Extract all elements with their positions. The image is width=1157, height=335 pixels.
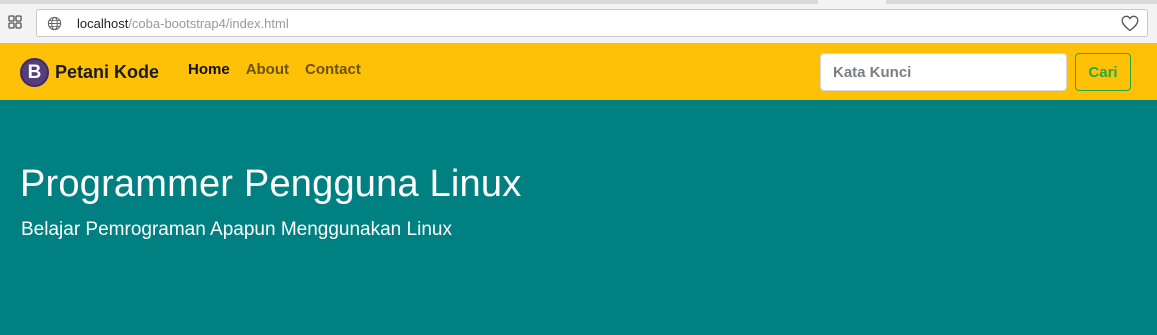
address-bar[interactable]: localhost/coba-bootstrap4/index.html: [36, 9, 1148, 37]
page-subtitle: Belajar Pemrograman Apapun Menggunakan L…: [21, 219, 452, 240]
brand-name: Petani Kode: [55, 61, 160, 82]
page-title: Programmer Pengguna Linux: [20, 163, 522, 205]
globe-icon[interactable]: [47, 16, 62, 31]
nav-links: Home About Contact: [188, 61, 361, 78]
nav-link-about[interactable]: About: [246, 61, 289, 78]
jumbotron: Programmer Pengguna Linux Belajar Pemrog…: [0, 100, 1157, 335]
tab-strip: [0, 0, 1157, 4]
search-input[interactable]: [820, 53, 1067, 91]
navbar: B Petani Kode Home About Contact Cari: [0, 43, 1157, 100]
url-text[interactable]: localhost/coba-bootstrap4/index.html: [77, 16, 289, 31]
nav-link-home[interactable]: Home: [188, 61, 230, 78]
navbar-brand[interactable]: B Petani Kode: [20, 57, 160, 87]
heart-icon[interactable]: [1121, 15, 1139, 32]
apps-grid-icon[interactable]: [6, 13, 24, 31]
bootstrap-logo-icon: B: [20, 57, 49, 87]
browser-chrome: localhost/coba-bootstrap4/index.html: [0, 0, 1157, 43]
active-tab-indicator[interactable]: [818, 0, 886, 4]
url-path: /coba-bootstrap4/index.html: [128, 16, 289, 31]
url-host: localhost: [77, 16, 129, 31]
search-button[interactable]: Cari: [1075, 53, 1131, 91]
nav-link-contact[interactable]: Contact: [305, 61, 361, 78]
